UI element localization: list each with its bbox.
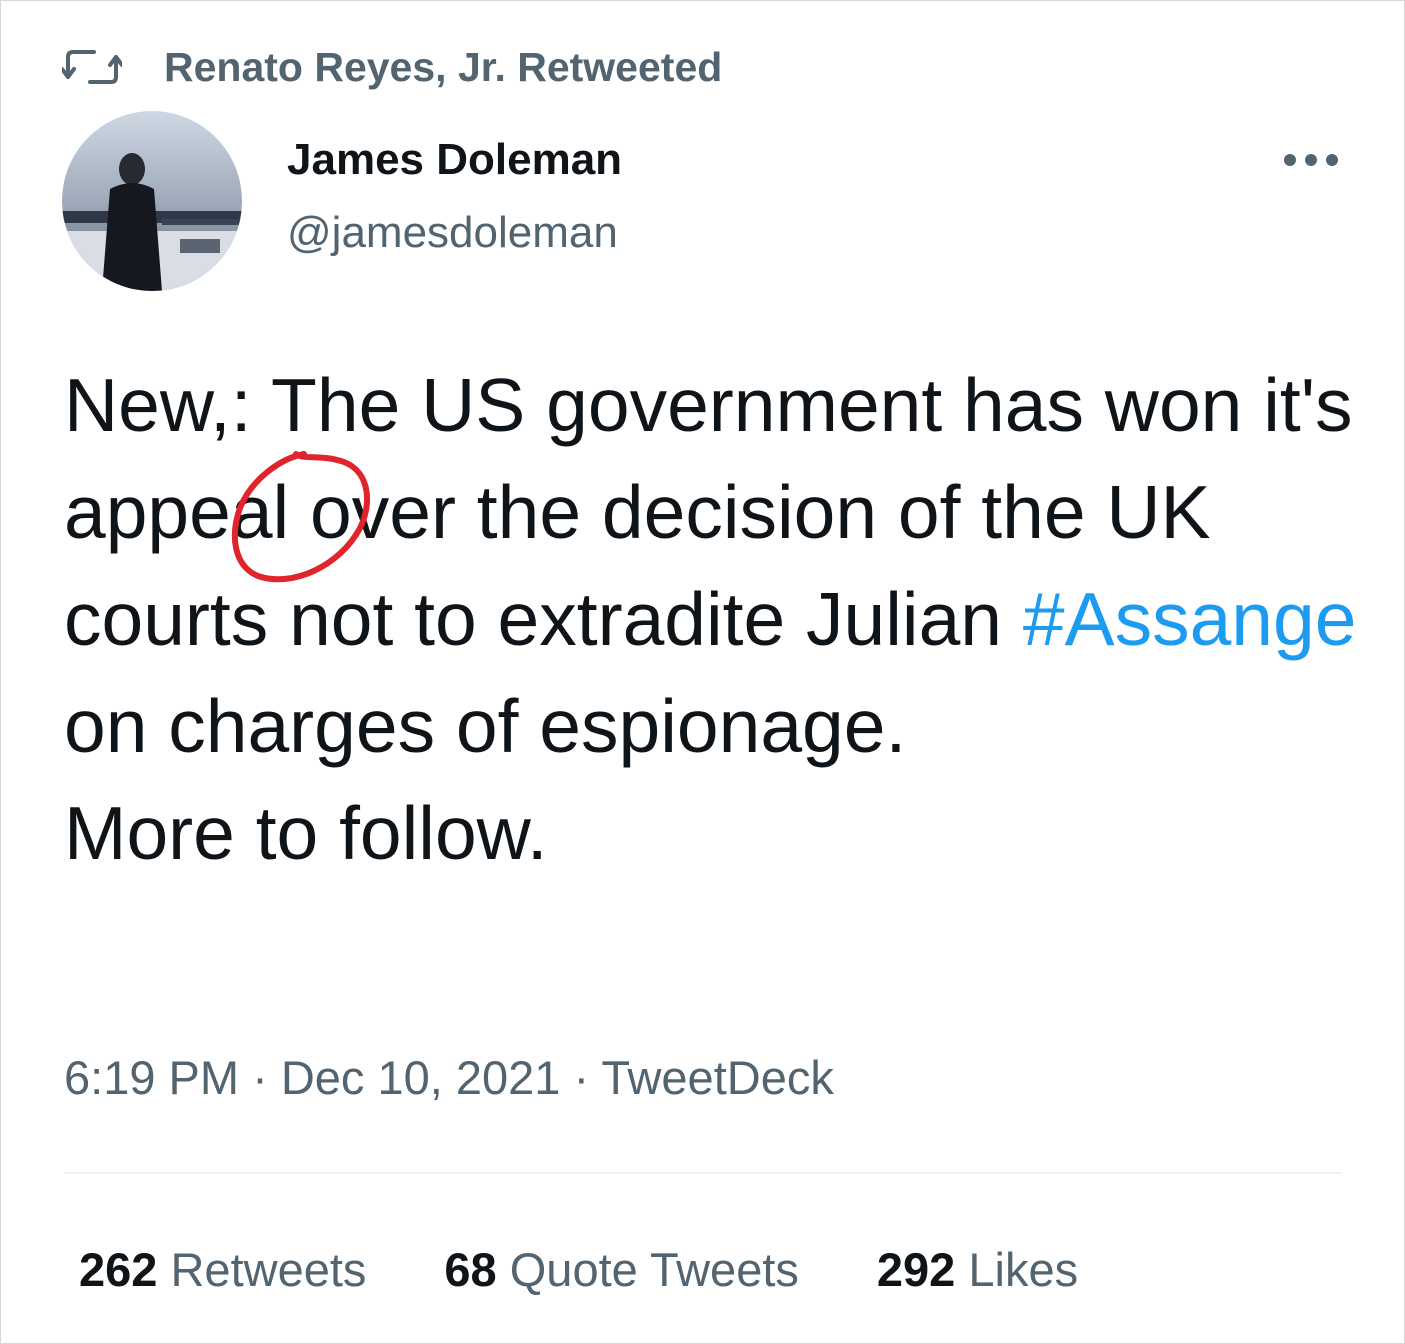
meta-separator: · xyxy=(573,1051,590,1104)
avatar-image xyxy=(62,111,242,291)
tweet-text-line2: More to follow. xyxy=(64,791,548,875)
tweet-text-end: on charges of espionage. xyxy=(64,684,907,768)
avatar[interactable] xyxy=(62,111,242,291)
tweet-meta: 6:19 PM · Dec 10, 2021 · TweetDeck xyxy=(64,1050,834,1105)
meta-separator: · xyxy=(252,1051,268,1104)
tweet-text: New,: The US government has won it's app… xyxy=(64,352,1364,887)
likes-count: 292 xyxy=(876,1243,956,1296)
retweet-icon xyxy=(62,50,122,84)
hashtag-link[interactable]: #Assange xyxy=(1023,577,1357,661)
likes-label: Likes xyxy=(968,1243,1079,1296)
author-handle[interactable]: @jamesdoleman xyxy=(287,208,618,258)
divider xyxy=(64,1172,1342,1174)
quote-tweets-stat[interactable]: 68 Quote Tweets xyxy=(444,1242,798,1297)
retweets-stat[interactable]: 262 Retweets xyxy=(79,1242,366,1297)
tweet-time[interactable]: 6:19 PM xyxy=(64,1051,239,1104)
author-name[interactable]: James Doleman xyxy=(287,135,622,185)
quote-tweets-label: Quote Tweets xyxy=(509,1243,799,1296)
tweet-text-start: New,: The US government has won xyxy=(64,363,1264,447)
tweet-source[interactable]: TweetDeck xyxy=(601,1051,833,1104)
more-options-icon[interactable] xyxy=(1276,140,1346,180)
retweet-context: Renato Reyes, Jr. Retweeted xyxy=(62,42,722,92)
likes-stat[interactable]: 292 Likes xyxy=(877,1242,1078,1297)
retweet-label[interactable]: Renato Reyes, Jr. Retweeted xyxy=(164,44,722,91)
engagement-stats: 262 Retweets 68 Quote Tweets 292 Likes xyxy=(79,1242,1156,1297)
retweets-count: 262 xyxy=(79,1243,158,1296)
retweets-label: Retweets xyxy=(170,1243,367,1296)
quote-tweets-count: 68 xyxy=(444,1243,497,1296)
highlighted-word: it's xyxy=(1263,363,1353,447)
tweet-date[interactable]: Dec 10, 2021 xyxy=(281,1051,561,1104)
